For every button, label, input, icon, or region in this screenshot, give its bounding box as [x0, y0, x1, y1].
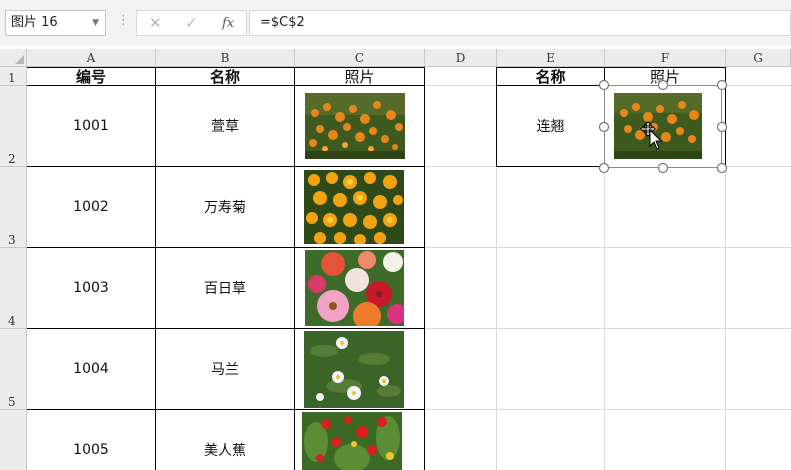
row-header-4[interactable]: 4 [0, 248, 27, 329]
marigold-photo[interactable] [304, 170, 404, 244]
column-header-g[interactable]: G [726, 49, 791, 67]
name-box[interactable]: 图片 16 ▼ [5, 10, 106, 36]
row-header-3[interactable]: 3 [0, 167, 27, 248]
formula-buttons: ✕ ✓ fx [136, 10, 247, 36]
formula-input[interactable]: =$C$2 [249, 10, 791, 36]
aster-photo[interactable] [304, 331, 404, 408]
move-cursor-icon [640, 121, 663, 150]
table-row-name[interactable]: 萱草 [156, 86, 294, 166]
header-name[interactable]: 名称 [156, 67, 294, 86]
chevron-down-icon[interactable]: ▼ [92, 11, 99, 35]
enter-icon[interactable]: ✓ [185, 14, 198, 32]
header-name-2[interactable]: 名称 [497, 67, 604, 86]
cancel-icon[interactable]: ✕ [149, 14, 162, 32]
column-header-f[interactable]: F [605, 49, 726, 67]
table-row-name[interactable]: 百日草 [156, 248, 294, 328]
table-row-id[interactable]: 1005 [27, 410, 155, 470]
table-row-name[interactable]: 美人蕉 [156, 410, 294, 470]
canna-photo[interactable] [302, 412, 402, 470]
lookup-name-cell[interactable]: 连翘 [497, 86, 604, 166]
header-photo[interactable]: 照片 [295, 67, 424, 86]
column-header-b[interactable]: B [156, 49, 295, 67]
column-header-c[interactable]: C [295, 49, 425, 67]
table-row-name[interactable]: 马兰 [156, 329, 294, 409]
row-header-6[interactable] [0, 410, 27, 470]
column-header-d[interactable]: D [425, 49, 497, 67]
table-row-id[interactable]: 1001 [27, 86, 155, 166]
table-row-id[interactable]: 1004 [27, 329, 155, 409]
name-box-value: 图片 16 [11, 15, 58, 30]
table-row-id[interactable]: 1002 [27, 167, 155, 247]
table-row-id[interactable]: 1003 [27, 248, 155, 328]
daylily-photo[interactable] [305, 93, 405, 159]
select-all-button[interactable] [0, 49, 27, 67]
formula-bar-area: 图片 16 ▼ ⋮ ✕ ✓ fx =$C$2 [0, 0, 791, 46]
insert-function-icon[interactable]: fx [222, 16, 234, 31]
column-header-a[interactable]: A [27, 49, 156, 67]
table-row-name[interactable]: 万寿菊 [156, 167, 294, 247]
row-header-5[interactable]: 5 [0, 329, 27, 410]
header-id[interactable]: 编号 [27, 67, 155, 86]
column-header-e[interactable]: E [497, 49, 605, 67]
row-header-1[interactable]: 1 [0, 67, 27, 86]
row-header-2[interactable]: 2 [0, 86, 27, 167]
zinnia-photo[interactable] [305, 250, 404, 326]
drag-handle-icon[interactable]: ⋮ [117, 13, 130, 28]
